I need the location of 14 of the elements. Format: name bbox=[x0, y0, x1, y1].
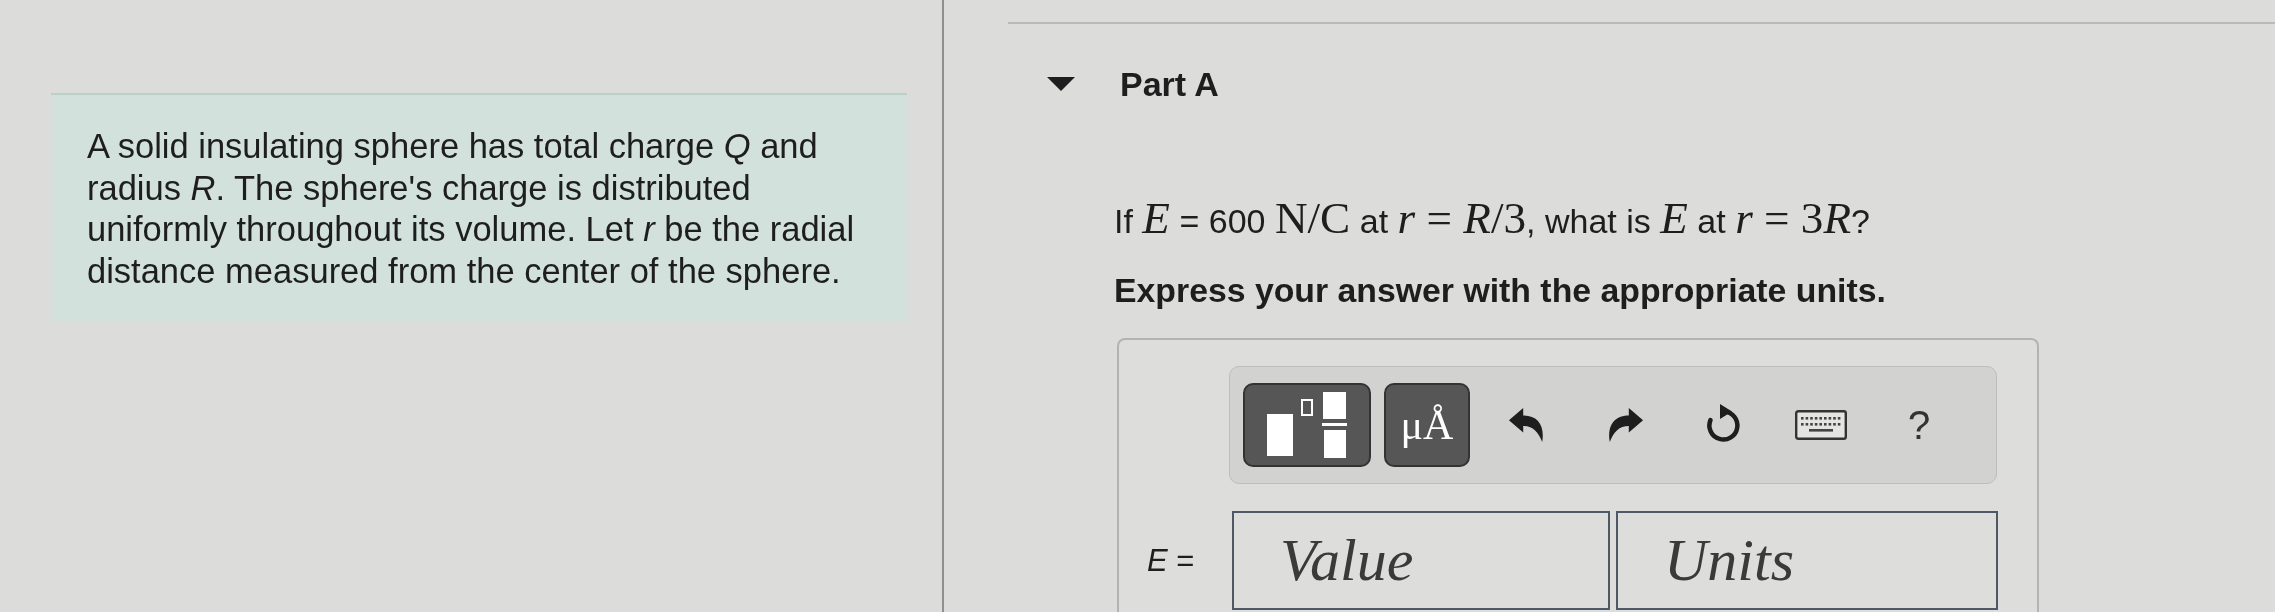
units-button[interactable]: μÅ bbox=[1384, 383, 1470, 467]
part-heading-toggle[interactable]: Part A bbox=[1047, 62, 1219, 106]
help-button[interactable]: ? bbox=[1889, 395, 1949, 455]
instruction-text: Express your answer with the appropriate units. bbox=[1114, 270, 1887, 311]
problem-statement: A solid insulating sphere has total charge Q and radius R. The sphere's charge is distributed uniformly throughout its volume. Let r be the radial distance measured from the center of the sphere. bbox=[87, 126, 856, 292]
redo-icon bbox=[1606, 406, 1644, 444]
templates-button[interactable] bbox=[1243, 383, 1371, 467]
template-boxes-icon bbox=[1267, 392, 1347, 458]
value-field[interactable]: Value bbox=[1232, 511, 1610, 610]
units-field[interactable]: Units bbox=[1616, 511, 1998, 610]
keyboard-icon bbox=[1795, 410, 1847, 440]
question-text: If E = 600 N/C at r = R/3, what is E at r = 3R? bbox=[1114, 196, 1871, 243]
equation-label: E = bbox=[1147, 542, 1196, 579]
undo-icon bbox=[1508, 406, 1546, 444]
